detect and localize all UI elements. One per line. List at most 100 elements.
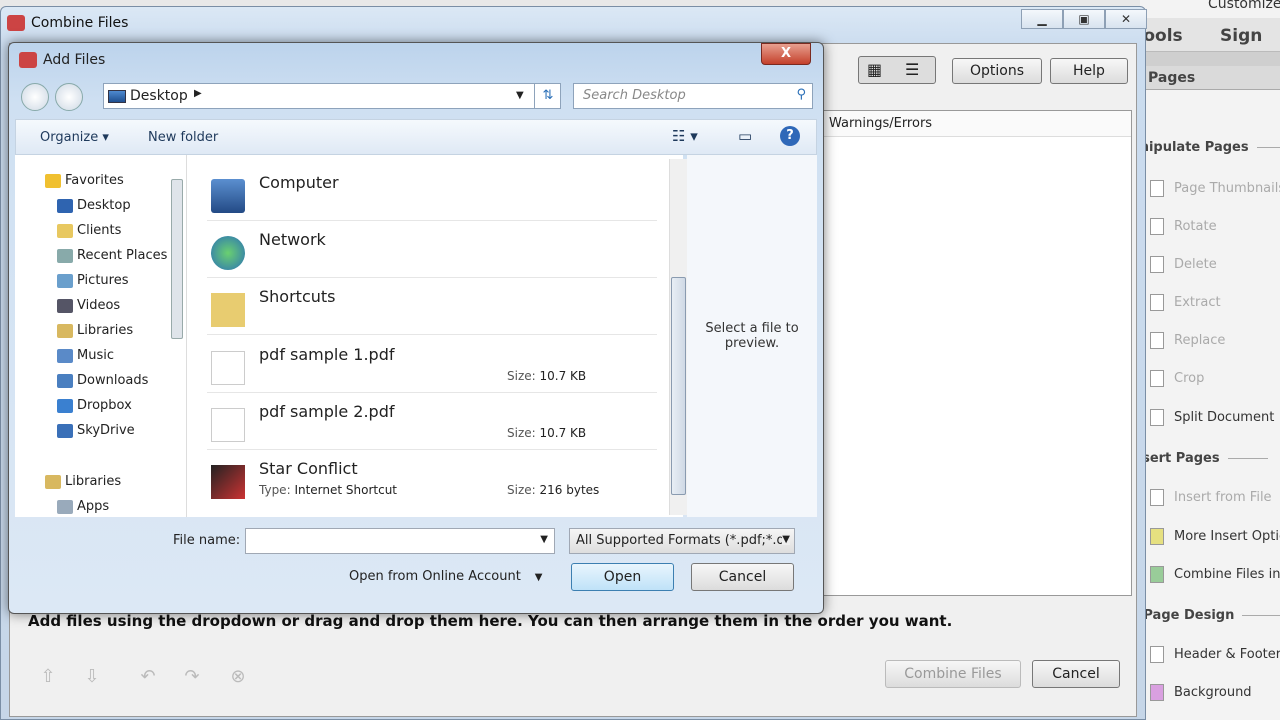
insert-options-icon <box>1150 528 1164 545</box>
pictures-icon <box>57 274 73 288</box>
nav-music[interactable]: Music <box>57 348 114 363</box>
scrollbar-thumb[interactable] <box>671 277 686 495</box>
folder-icon <box>211 293 245 327</box>
open-button[interactable]: Open <box>571 563 674 591</box>
tool-rotate[interactable]: Rotate <box>1150 218 1217 235</box>
column-warnings-errors[interactable]: Warnings/Errors <box>829 116 932 131</box>
address-dropdown-icon[interactable]: ▼ <box>516 90 524 101</box>
tool-delete[interactable]: Delete <box>1150 256 1217 273</box>
tool-insert-from-file[interactable]: Insert from File <box>1150 489 1272 506</box>
forward-button[interactable] <box>55 83 83 111</box>
tab-sign[interactable]: Sign <box>1220 26 1262 46</box>
insert-icon <box>1150 489 1164 506</box>
tool-split-document[interactable]: Split Document <box>1150 409 1274 426</box>
nav-libraries[interactable]: Libraries <box>57 323 133 338</box>
dialog-cancel-button[interactable]: Cancel <box>691 563 794 591</box>
nav-dropbox[interactable]: Dropbox <box>57 398 132 413</box>
dialog-close-button[interactable]: X <box>761 43 811 65</box>
back-button[interactable] <box>21 83 49 111</box>
search-input[interactable]: Search Desktop ⚲ <box>573 83 813 109</box>
new-folder-button[interactable]: New folder <box>148 130 218 145</box>
file-item-network[interactable]: Network <box>207 222 657 278</box>
tool-page-thumbnails[interactable]: Page Thumbnails <box>1150 180 1280 197</box>
dropbox-icon <box>57 399 73 413</box>
file-list-scrollbar[interactable] <box>669 159 687 515</box>
instruction-text: Add files using the dropdown or drag and… <box>28 612 953 630</box>
preview-pane: Select a file to preview. <box>687 155 817 517</box>
extract-icon <box>1150 294 1164 311</box>
thumbnail-view-icon[interactable]: ▦ <box>867 60 882 79</box>
breadcrumb-desktop[interactable]: Desktop <box>130 88 188 104</box>
close-button[interactable]: ✕ <box>1105 9 1147 29</box>
nav-downloads[interactable]: Downloads <box>57 373 148 388</box>
maximize-button[interactable]: ▣ <box>1063 9 1105 29</box>
file-type-select[interactable]: All Supported Formats (*.pdf;*.d ▼ <box>569 528 795 554</box>
tool-combine-files[interactable]: Combine Files into PDF <box>1150 566 1280 583</box>
combine-icon <box>1150 566 1164 583</box>
tool-crop[interactable]: Crop <box>1150 370 1204 387</box>
chevron-down-icon[interactable]: ▼ <box>540 534 548 545</box>
undo-icon[interactable]: ↶ <box>138 666 158 687</box>
preview-pane-icon[interactable]: ▭ <box>738 127 752 145</box>
dialog-toolbar: Organize ▾ New folder ☷ ▾ ▭ ? <box>15 119 817 155</box>
view-toggle[interactable]: ▦ ☰ <box>858 56 936 84</box>
nav-clients[interactable]: Clients <box>57 223 121 238</box>
address-bar[interactable]: Desktop ▶ ▼ ⇅ <box>103 83 561 109</box>
open-online-account[interactable]: Open from Online Account ▼ <box>349 569 543 584</box>
nav-libraries-group[interactable]: Libraries <box>45 474 121 489</box>
recent-places-icon <box>57 249 73 263</box>
help-icon[interactable]: ? <box>780 126 800 146</box>
nav-recent-places[interactable]: Recent Places <box>57 248 167 263</box>
search-icon[interactable]: ⚲ <box>796 87 806 102</box>
nav-favorites[interactable]: Favorites <box>45 173 124 188</box>
star-icon <box>45 174 61 188</box>
tool-header-footer[interactable]: Header & Footer <box>1150 646 1280 663</box>
tool-background[interactable]: Background <box>1150 684 1252 701</box>
remove-icon[interactable]: ⊗ <box>228 666 248 687</box>
file-item-pdf-sample-1[interactable]: pdf sample 1.pdf Size: 10.7 KB <box>207 337 657 393</box>
desktop-icon <box>57 199 73 213</box>
breadcrumb-arrow-icon[interactable]: ▶ <box>194 88 202 99</box>
file-item-star-conflict[interactable]: Star Conflict Type: Internet Shortcut Size… <box>207 451 657 507</box>
crop-icon <box>1150 370 1164 387</box>
nav-videos[interactable]: Videos <box>57 298 120 313</box>
tool-more-insert-options[interactable]: More Insert Options <box>1150 528 1280 545</box>
network-icon <box>211 236 245 270</box>
section-insert: Insert Pages <box>1128 451 1268 466</box>
file-item-shortcuts[interactable]: Shortcuts <box>207 279 657 335</box>
split-icon <box>1150 409 1164 426</box>
organize-button[interactable]: Organize ▾ <box>40 130 109 145</box>
divider <box>1140 52 1280 66</box>
chevron-down-icon[interactable]: ▼ <box>535 572 543 583</box>
nav-skydrive[interactable]: SkyDrive <box>57 423 135 438</box>
cancel-button[interactable]: Cancel <box>1032 660 1120 688</box>
file-item-computer[interactable]: Computer <box>207 165 657 221</box>
help-button[interactable]: Help <box>1050 58 1128 84</box>
tool-replace[interactable]: Replace <box>1150 332 1225 349</box>
nav-desktop[interactable]: Desktop <box>57 198 131 213</box>
nav-scrollbar[interactable] <box>169 163 185 513</box>
move-up-icon[interactable]: ⇧ <box>38 666 58 687</box>
file-item-pdf-sample-2[interactable]: pdf sample 2.pdf Size: 10.7 KB <box>207 394 657 450</box>
window-title: Combine Files <box>31 15 129 31</box>
redo-icon[interactable]: ↷ <box>182 666 202 687</box>
view-options-icon[interactable]: ☷ ▾ <box>672 127 698 145</box>
computer-icon <box>211 179 245 213</box>
tool-extract[interactable]: Extract <box>1150 294 1221 311</box>
list-view-icon[interactable]: ☰ <box>905 60 919 79</box>
customize-menu[interactable]: Customize <box>1208 0 1280 12</box>
libraries-icon <box>45 475 61 489</box>
nav-pictures[interactable]: Pictures <box>57 273 128 288</box>
pdf-file-icon <box>211 351 245 385</box>
pages-panel-title[interactable]: Pages <box>1140 66 1280 90</box>
refresh-icon[interactable]: ⇅ <box>534 84 561 108</box>
options-button[interactable]: Options <box>952 58 1042 84</box>
nav-apps[interactable]: Apps <box>57 499 109 514</box>
background-icon <box>1150 684 1164 701</box>
move-down-icon[interactable]: ⇩ <box>82 666 102 687</box>
minimize-button[interactable]: ▁ <box>1021 9 1063 29</box>
combine-files-button[interactable]: Combine Files <box>885 660 1021 688</box>
file-name-input[interactable]: ▼ <box>245 528 555 554</box>
chevron-down-icon[interactable]: ▼ <box>782 534 790 545</box>
tool-tabs: Tools Sign <box>1134 18 1280 52</box>
